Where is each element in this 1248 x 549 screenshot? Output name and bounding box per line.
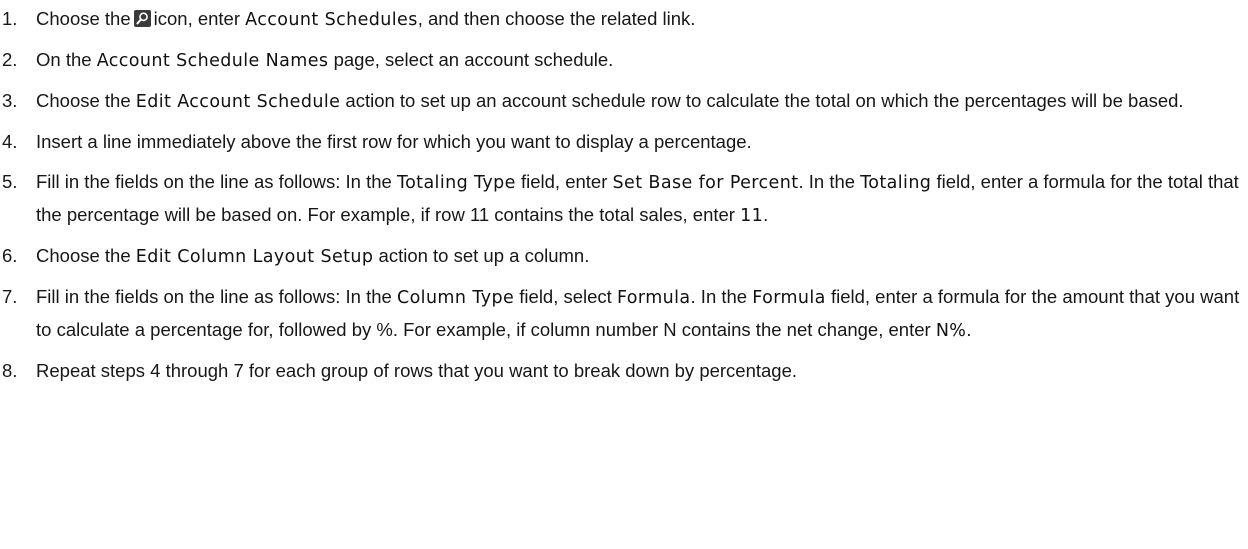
ui-term: 11 [740,206,764,226]
step-5: 5. Fill in the fields on the line as foll… [0,166,1248,232]
step-text: Choose the [36,8,131,29]
ui-term: Edit Column Layout Setup [135,247,374,267]
step-6: 6. Choose the Edit Column Layout Setup ac… [0,240,1248,273]
instruction-steps: 1. Choose the icon, enter Account Schedule… [0,3,1248,387]
step-text: field, enter [515,171,613,192]
step-text: . [763,204,769,225]
ui-term: Totaling Type [396,173,516,193]
ui-term: N% [935,321,967,341]
step-2: 2. On the Account Schedule Names page, se… [0,44,1248,77]
step-number: 3. [2,90,18,111]
ui-term: Formula [616,288,691,308]
step-number: 8. [2,360,18,381]
ui-term: Totaling [860,173,932,193]
step-text: icon, enter [153,8,246,29]
step-text: page, select an account schedule. [328,49,614,70]
step-text: , and then choose the related link. [417,8,696,29]
step-text: Repeat steps 4 through 7 for each group … [36,360,798,381]
step-text: field, select [514,286,617,307]
step-4: 4. Insert a line immediately above the fi… [0,126,1248,158]
step-number: 5. [2,171,18,192]
step-number: 7. [2,286,18,307]
step-text: action to set up a column. [373,245,590,266]
ui-term: Account Schedule Names [96,51,329,71]
step-1: 1. Choose the icon, enter Account Schedule… [0,3,1248,36]
step-number: 4. [2,131,18,152]
step-text: action to set up an account schedule row… [340,90,1184,111]
ui-term: Edit Account Schedule [135,92,341,112]
step-text: On the [36,49,97,70]
ui-term: Account Schedules [245,10,418,30]
ui-term: Column Type [396,288,515,308]
step-number: 6. [2,245,18,266]
ui-term: Set Base for Percent [612,173,799,193]
ui-term: Formula [752,288,826,308]
step-number: 2. [2,49,18,70]
step-7: 7. Fill in the fields on the line as foll… [0,281,1248,347]
step-text: Fill in the fields on the line as follow… [36,286,397,307]
step-text: . [966,319,972,340]
step-text: Fill in the fields on the line as follow… [36,171,397,192]
step-text: Insert a line immediately above the firs… [36,131,752,152]
step-text: . In the [798,171,861,192]
step-number: 1. [2,8,18,29]
search-icon [133,10,151,27]
step-text: Choose the [36,245,136,266]
step-8: 8. Repeat steps 4 through 7 for each grou… [0,355,1248,387]
step-text: . In the [690,286,753,307]
step-3: 3. Choose the Edit Account Schedule actio… [0,85,1248,118]
step-text: Choose the [36,90,136,111]
